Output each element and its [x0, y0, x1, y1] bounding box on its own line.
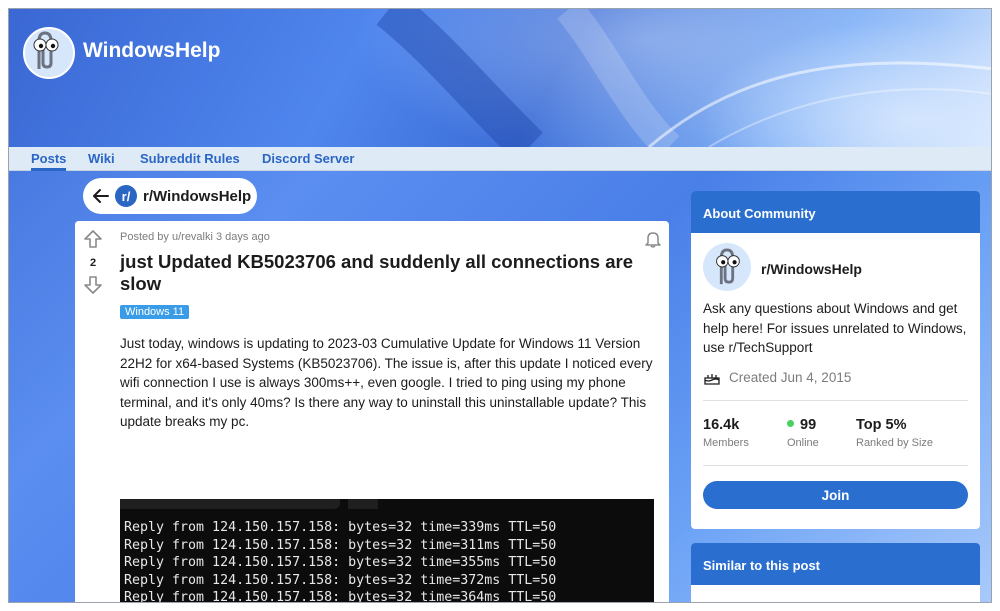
- downvote-icon[interactable]: [83, 275, 103, 295]
- about-community-header: About Community: [691, 191, 980, 233]
- community-description: Ask any questions about Windows and get …: [703, 301, 967, 355]
- upvote-icon[interactable]: [83, 229, 103, 249]
- stat-rank: Top 5% Ranked by Size: [856, 417, 933, 449]
- about-community-card: About Community r/WindowsHelp Ask any qu…: [691, 191, 980, 529]
- post-flair[interactable]: Windows 11: [120, 305, 190, 319]
- nav-item-subreddit-rules[interactable]: Subreddit Rules: [140, 151, 240, 171]
- subreddit-icon: r/: [115, 185, 137, 207]
- online-label: Online: [787, 437, 819, 449]
- nav-item-wiki[interactable]: Wiki: [88, 151, 115, 171]
- banner-art: [376, 9, 991, 147]
- post-title[interactable]: just Updated KB5023706 and suddenly all …: [120, 251, 640, 295]
- nav-item-discord-server[interactable]: Discord Server: [262, 151, 355, 171]
- members-value: 16.4k: [703, 417, 740, 433]
- terminal-line: Reply from 124.150.157.158: bytes=32 tim…: [124, 520, 557, 535]
- stat-online: 99 Online: [787, 417, 819, 449]
- post-card: 2 Posted by u/revalki 3 days ago just Up…: [75, 221, 669, 603]
- arrow-left-icon: [91, 186, 111, 206]
- cake-icon: [703, 369, 721, 385]
- created-date: Created Jun 4, 2015: [703, 369, 851, 385]
- terminal-line: Reply from 124.150.157.158: bytes=32 tim…: [124, 537, 557, 553]
- subreddit-banner: WindowsHelp: [9, 9, 991, 147]
- terminal-tab: [120, 499, 340, 509]
- subreddit-nav: Posts Wiki Subreddit Rules Discord Serve…: [9, 147, 991, 171]
- terminal-screenshot[interactable]: Reply from 124.150.157.158: bytes=32 tim…: [120, 499, 654, 603]
- created-label: Created Jun 4, 2015: [729, 369, 852, 385]
- browser-frame: WindowsHelp Posts Wiki Subreddit Rules D…: [8, 8, 992, 603]
- vote-column: 2: [75, 221, 111, 602]
- terminal-line: Reply from 124.150.157.158: bytes=32 tim…: [124, 590, 557, 603]
- rank-value: Top 5%: [856, 417, 907, 433]
- similar-posts-header: Similar to this post: [691, 543, 980, 585]
- back-label: r/WindowsHelp: [143, 187, 252, 205]
- clippy-icon[interactable]: [703, 243, 751, 291]
- clippy-icon[interactable]: [23, 27, 75, 79]
- community-name[interactable]: r/WindowsHelp: [761, 261, 862, 277]
- terminal-output: Reply from 124.150.157.158: bytes=32 tim…: [124, 519, 557, 603]
- join-button[interactable]: Join: [703, 481, 968, 509]
- vote-count: 2: [89, 257, 97, 269]
- online-value: 99: [800, 417, 817, 433]
- terminal-line: Reply from 124.150.157.158: bytes=32 tim…: [124, 555, 557, 571]
- post-body: Just today, windows is updating to 2023-…: [120, 336, 653, 429]
- back-to-subreddit-button[interactable]: r/ r/WindowsHelp: [83, 178, 257, 214]
- similar-posts-card: Similar to this post: [691, 543, 980, 602]
- divider: [703, 400, 968, 401]
- post-meta: Posted by u/revalki 3 days ago: [120, 231, 270, 243]
- members-label: Members: [703, 437, 749, 449]
- bell-icon[interactable]: [643, 229, 663, 249]
- nav-item-posts[interactable]: Posts: [31, 151, 67, 171]
- terminal-new-tab: [348, 499, 378, 509]
- rank-label: Ranked by Size: [856, 437, 934, 449]
- terminal-line: Reply from 124.150.157.158: bytes=32 tim…: [124, 572, 557, 588]
- online-dot-icon: [787, 419, 794, 427]
- stat-members: 16.4k Members: [703, 417, 749, 449]
- site-title[interactable]: WindowsHelp: [83, 39, 220, 63]
- divider: [703, 465, 968, 466]
